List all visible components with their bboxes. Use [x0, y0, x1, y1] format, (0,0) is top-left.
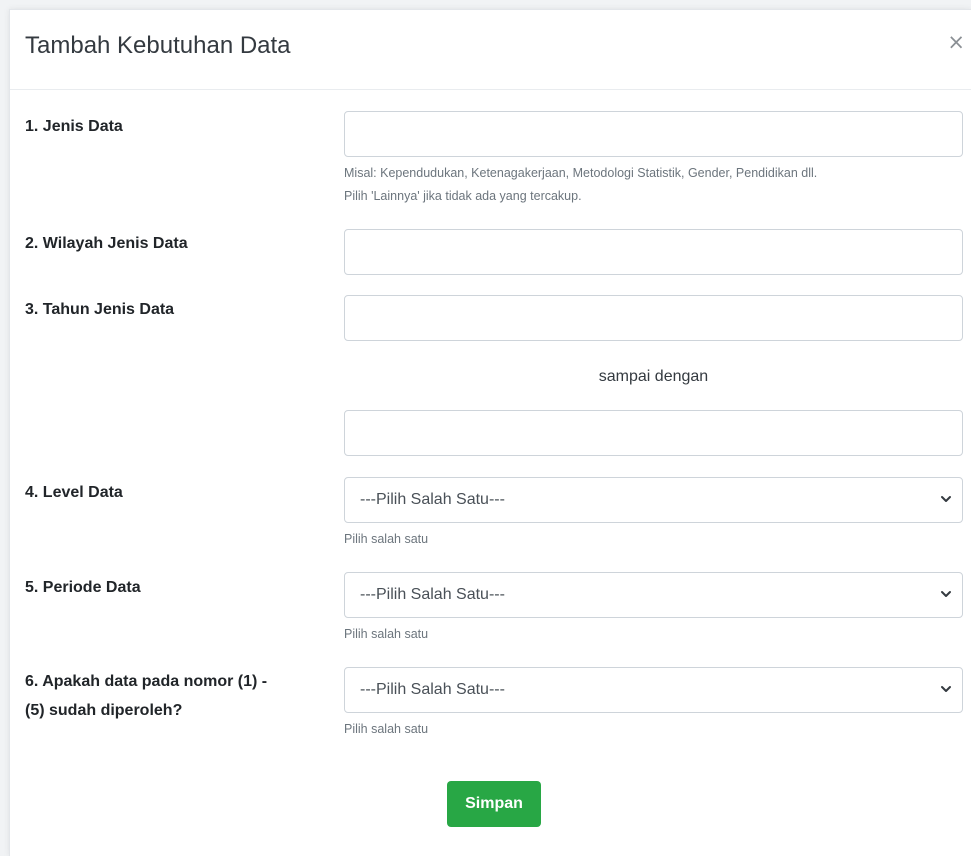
wilayah-input[interactable]	[344, 229, 963, 275]
modal-title: Tambah Kebutuhan Data	[25, 32, 291, 59]
periode-label: 5. Periode Data	[25, 579, 141, 596]
periode-select[interactable]: ---Pilih Salah Satu---	[344, 572, 963, 618]
chevron-down-icon	[941, 686, 951, 692]
add-data-need-modal: Tambah Kebutuhan Data × 1. Jenis Data Mi…	[9, 9, 971, 856]
diperoleh-label-line1: 6. Apakah data pada nomor (1) -	[25, 673, 268, 690]
tahun-start-input[interactable]	[344, 295, 963, 341]
tahun-label: 3. Tahun Jenis Data	[25, 301, 175, 318]
jenis-data-help-1: Misal: Kependudukan, Ketenagakerjaan, Me…	[344, 166, 818, 180]
jenis-data-label: 1. Jenis Data	[25, 118, 123, 135]
modal-header: Tambah Kebutuhan Data ×	[10, 10, 971, 90]
chevron-down-icon	[941, 496, 951, 502]
tahun-end-input[interactable]	[344, 410, 963, 456]
periode-help: Pilih salah satu	[344, 627, 429, 641]
diperoleh-help: Pilih salah satu	[344, 722, 429, 736]
close-icon: ×	[947, 30, 965, 54]
level-help: Pilih salah satu	[344, 532, 429, 546]
save-button[interactable]: Simpan	[447, 781, 541, 827]
wilayah-label: 2. Wilayah Jenis Data	[25, 235, 188, 252]
year-range-separator: sampai dengan	[598, 368, 709, 385]
jenis-data-input[interactable]	[344, 111, 963, 157]
jenis-data-help-2: Pilih 'Lainnya' jika tidak ada yang terc…	[344, 189, 582, 203]
chevron-down-icon	[941, 591, 951, 597]
diperoleh-selected-value: ---Pilih Salah Satu---	[360, 681, 505, 698]
close-button[interactable]: ×	[947, 30, 965, 54]
level-select[interactable]: ---Pilih Salah Satu---	[344, 477, 963, 523]
level-selected-value: ---Pilih Salah Satu---	[360, 491, 505, 508]
level-label: 4. Level Data	[25, 484, 123, 501]
periode-selected-value: ---Pilih Salah Satu---	[360, 586, 505, 603]
diperoleh-label-line2: (5) sudah diperoleh?	[25, 702, 183, 719]
diperoleh-select[interactable]: ---Pilih Salah Satu---	[344, 667, 963, 713]
